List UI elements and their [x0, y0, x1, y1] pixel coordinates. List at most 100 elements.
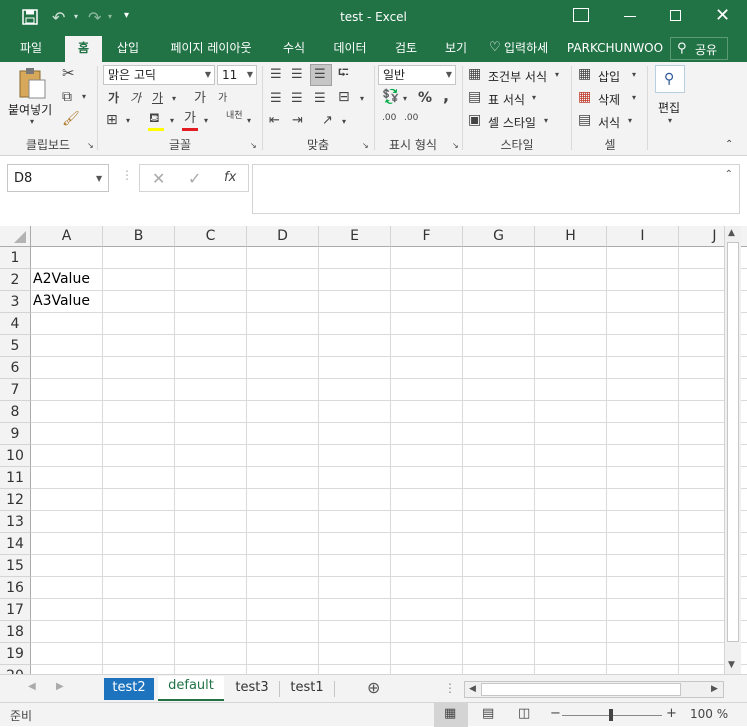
cell-h13[interactable] [535, 511, 607, 532]
column-header[interactable]: D [247, 226, 319, 247]
cell-c11[interactable] [175, 467, 247, 488]
cell-i17[interactable] [607, 599, 679, 620]
cell-i14[interactable] [607, 533, 679, 554]
italic-button[interactable]: 가 [130, 92, 141, 104]
cell-h12[interactable] [535, 489, 607, 510]
cell-h10[interactable] [535, 445, 607, 466]
cell-f3[interactable] [391, 291, 463, 312]
font-name-select[interactable]: 맑은 고딕 ▼ [103, 65, 215, 85]
font-size-select[interactable]: 11 ▼ [217, 65, 257, 85]
cell-h3[interactable] [535, 291, 607, 312]
next-sheet-icon[interactable]: ▶ [56, 681, 64, 692]
phonetic-button[interactable]: 내천 [226, 112, 243, 121]
cell-e6[interactable] [319, 357, 391, 378]
cell-d6[interactable] [247, 357, 319, 378]
percent-button[interactable]: % [418, 91, 432, 105]
cell-i12[interactable] [607, 489, 679, 510]
cell-g15[interactable] [463, 555, 535, 576]
cell-b18[interactable] [103, 621, 175, 642]
cell-a1[interactable] [31, 247, 103, 268]
column-header[interactable]: H [535, 226, 607, 247]
cell-i5[interactable] [607, 335, 679, 356]
table-format-dropdown-icon[interactable]: ▾ [532, 94, 536, 102]
page-layout-view-icon[interactable]: ▤ [482, 706, 494, 721]
cell-style-icon[interactable]: ▣ [468, 113, 481, 127]
cell-h2[interactable] [535, 269, 607, 290]
cell-h14[interactable] [535, 533, 607, 554]
cell-f15[interactable] [391, 555, 463, 576]
cell-g14[interactable] [463, 533, 535, 554]
zoom-slider-thumb[interactable] [609, 709, 613, 721]
row-header[interactable]: 4 [0, 313, 31, 335]
cell-a12[interactable] [31, 489, 103, 510]
zoom-level[interactable]: 100 % [690, 707, 728, 721]
cell-f20[interactable] [391, 665, 463, 674]
cell-e17[interactable] [319, 599, 391, 620]
insert-cells-icon[interactable]: ▦ [578, 67, 591, 81]
cell-h1[interactable] [535, 247, 607, 268]
row-header[interactable]: 3 [0, 291, 31, 313]
cell-h4[interactable] [535, 313, 607, 334]
row-header[interactable]: 15 [0, 555, 31, 577]
cell-d9[interactable] [247, 423, 319, 444]
cell-i10[interactable] [607, 445, 679, 466]
row-header[interactable]: 16 [0, 577, 31, 599]
copy-icon[interactable]: ⧉ [62, 90, 72, 104]
cell-a20[interactable] [31, 665, 103, 674]
delete-cells-dropdown-icon[interactable]: ▾ [632, 94, 636, 102]
cell-c4[interactable] [175, 313, 247, 334]
maximize-icon[interactable] [670, 10, 681, 21]
cell-i4[interactable] [607, 313, 679, 334]
font-launcher-icon[interactable]: ↘ [250, 142, 257, 150]
cell-i8[interactable] [607, 401, 679, 422]
cell-f4[interactable] [391, 313, 463, 334]
cell-e13[interactable] [319, 511, 391, 532]
shrink-font-button[interactable]: 가 [218, 94, 227, 104]
sheet-tab-default[interactable]: default [158, 676, 224, 701]
cell-a10[interactable] [31, 445, 103, 466]
cell-a17[interactable] [31, 599, 103, 620]
tell-me-box[interactable]: 입력하세 [504, 36, 560, 62]
enter-icon[interactable]: ✓ [188, 169, 201, 188]
column-header[interactable]: I [607, 226, 679, 247]
cell-g19[interactable] [463, 643, 535, 664]
add-sheet-icon[interactable]: ⊕ [367, 678, 380, 697]
bold-button[interactable]: 가 [108, 92, 119, 104]
paste-dropdown-icon[interactable]: ▾ [30, 118, 34, 126]
cell-f10[interactable] [391, 445, 463, 466]
cell-b11[interactable] [103, 467, 175, 488]
cell-c8[interactable] [175, 401, 247, 422]
tab-insert[interactable]: 삽입 [108, 36, 148, 62]
row-header[interactable]: 12 [0, 489, 31, 511]
insert-cells-button[interactable]: 삽입 [598, 68, 620, 85]
cell-e12[interactable] [319, 489, 391, 510]
align-right-icon[interactable]: ☰ [314, 92, 326, 105]
cell-c13[interactable] [175, 511, 247, 532]
cell-a6[interactable] [31, 357, 103, 378]
align-top-icon[interactable]: ☰ [270, 68, 282, 81]
row-header[interactable]: 13 [0, 511, 31, 533]
cell-i15[interactable] [607, 555, 679, 576]
cell-b2[interactable] [103, 269, 175, 290]
copy-dropdown-icon[interactable]: ▾ [82, 93, 86, 101]
cell-h19[interactable] [535, 643, 607, 664]
cell-d12[interactable] [247, 489, 319, 510]
cell-f13[interactable] [391, 511, 463, 532]
cell-e4[interactable] [319, 313, 391, 334]
cell-h8[interactable] [535, 401, 607, 422]
tab-data[interactable]: 데이터 [322, 36, 378, 62]
cell-g18[interactable] [463, 621, 535, 642]
cell-g17[interactable] [463, 599, 535, 620]
cell-e8[interactable] [319, 401, 391, 422]
tab-formulas[interactable]: 수식 [272, 36, 316, 62]
row-header[interactable]: 10 [0, 445, 31, 467]
cell-i1[interactable] [607, 247, 679, 268]
cell-a16[interactable] [31, 577, 103, 598]
cell-c3[interactable] [175, 291, 247, 312]
tab-home[interactable]: 홈 [65, 36, 102, 62]
paste-button[interactable]: 붙여넣기 [8, 101, 52, 118]
insert-cells-dropdown-icon[interactable]: ▾ [632, 71, 636, 79]
cell-f2[interactable] [391, 269, 463, 290]
cell-h9[interactable] [535, 423, 607, 444]
split-handle-icon[interactable]: ⋮ [444, 681, 456, 695]
